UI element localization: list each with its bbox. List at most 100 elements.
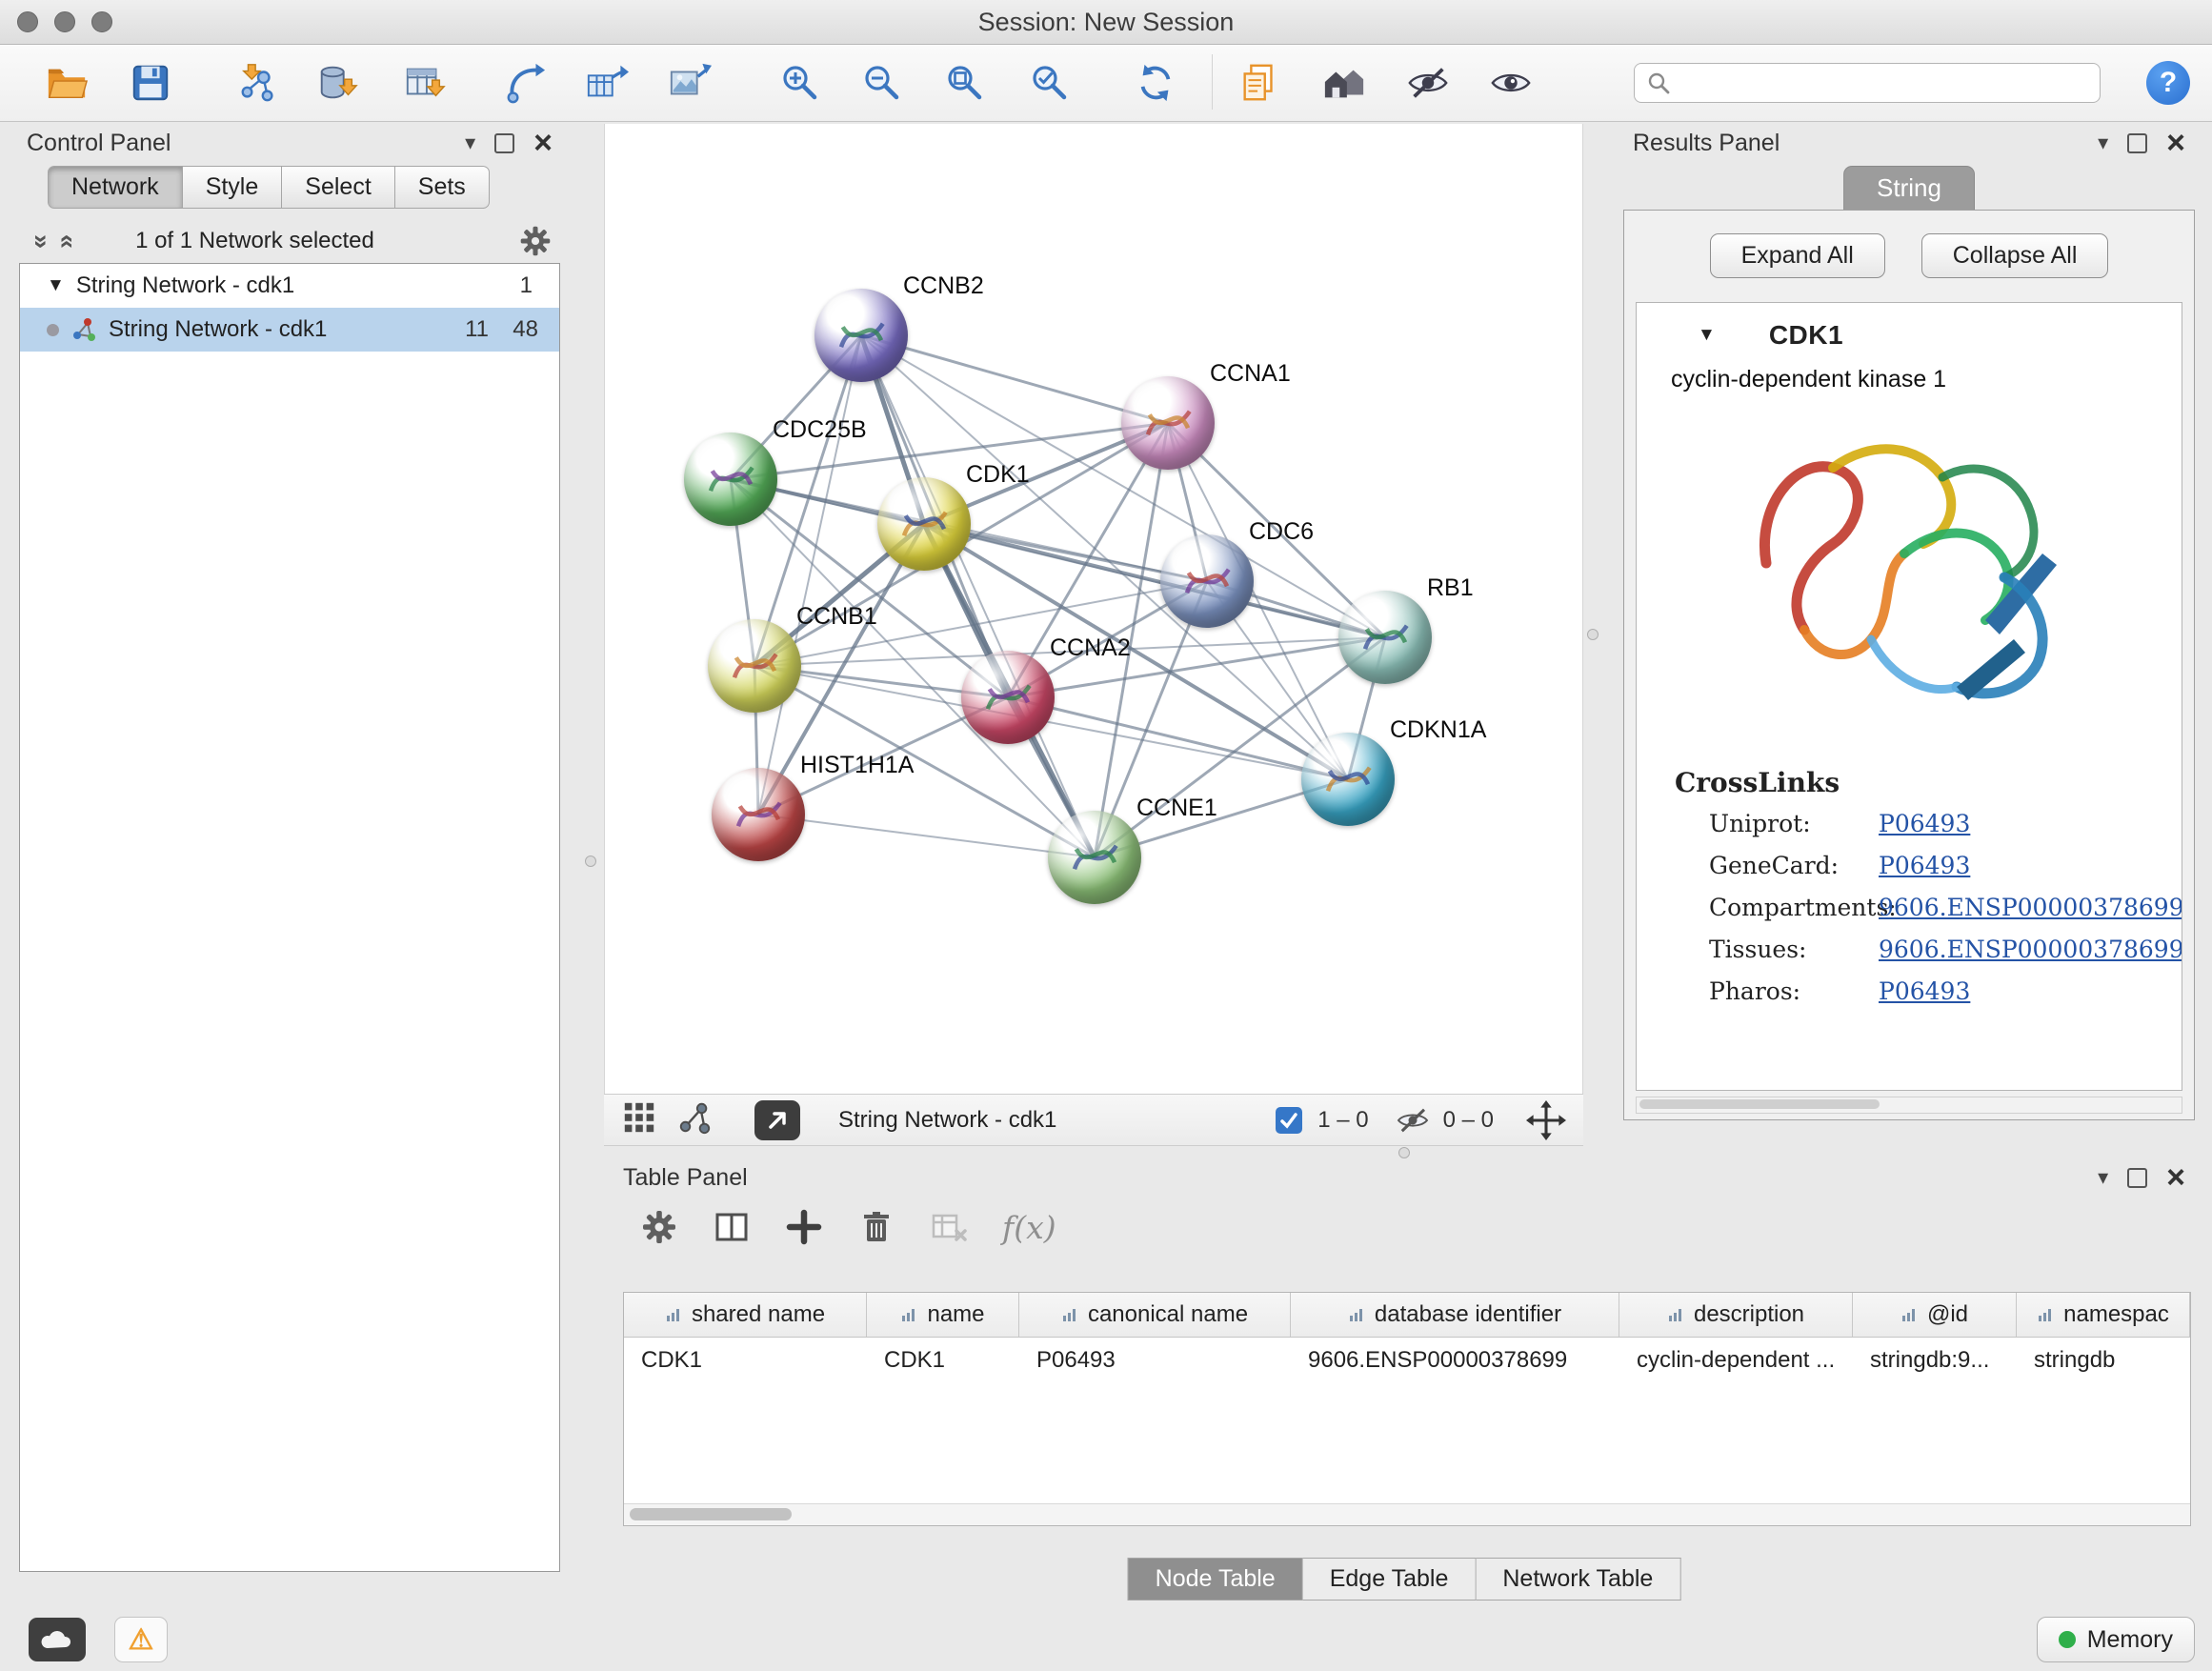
tab-network-table[interactable]: Network Table (1476, 1558, 1680, 1601)
tab-edge-table[interactable]: Edge Table (1303, 1558, 1477, 1601)
column-header[interactable]: namespac (2017, 1293, 2190, 1337)
tab-style[interactable]: Style (183, 166, 283, 209)
birds-eye-view-button[interactable] (621, 1099, 657, 1140)
export-image-button[interactable] (668, 61, 712, 105)
panel-float-icon[interactable] (494, 133, 514, 153)
network-collection-row[interactable]: ▼ String Network - cdk1 1 (20, 264, 559, 308)
network-node-CDK1[interactable] (877, 477, 971, 571)
refresh-view-button[interactable] (1134, 61, 1177, 105)
network-node-CDC6[interactable] (1160, 534, 1254, 628)
network-node-CCNE1[interactable] (1048, 811, 1141, 904)
network-edge[interactable] (1008, 697, 1348, 779)
hide-selected-button[interactable] (1406, 61, 1450, 105)
open-session-button[interactable] (45, 61, 89, 105)
column-header[interactable]: database identifier (1291, 1293, 1619, 1337)
expand-all-button[interactable]: Expand All (1710, 233, 1885, 278)
panel-close-icon[interactable]: × (2166, 1166, 2185, 1189)
crosslink-value-link[interactable]: 9606.ENSP00000378699 (1879, 894, 2182, 921)
panel-close-icon[interactable]: × (2166, 131, 2185, 154)
table-cell[interactable]: CDK1 (624, 1347, 867, 1374)
network-edge[interactable] (758, 815, 1095, 857)
warnings-button[interactable]: ⚠ (114, 1617, 168, 1662)
expand-all-icon[interactable]: » (50, 233, 80, 248)
toggle-columns-button[interactable] (713, 1208, 751, 1246)
network-node-CCNB1[interactable] (708, 619, 801, 713)
column-header[interactable]: name (867, 1293, 1019, 1337)
help-button[interactable]: ? (2146, 61, 2190, 105)
window-zoom-button[interactable] (91, 11, 112, 32)
table-cell[interactable]: CDK1 (867, 1347, 1019, 1374)
expand-triangle-icon[interactable]: ▼ (47, 275, 65, 296)
tab-network[interactable]: Network (48, 166, 183, 209)
network-node-CCNA1[interactable] (1121, 376, 1215, 470)
network-node-RB1[interactable] (1338, 591, 1432, 684)
section-collapse-triangle-icon[interactable]: ▼ (1698, 325, 1716, 346)
tab-select[interactable]: Select (282, 166, 394, 209)
network-row[interactable]: String Network - cdk1 11 48 (20, 308, 559, 352)
window-close-button[interactable] (17, 11, 38, 32)
window-minimize-button[interactable] (54, 11, 75, 32)
column-header[interactable]: @id (1853, 1293, 2017, 1337)
delete-column-button[interactable] (857, 1208, 895, 1246)
cloud-sync-button[interactable] (29, 1618, 86, 1661)
bottom-splitter-handle[interactable] (1398, 1147, 1410, 1158)
panel-menu-icon[interactable]: ▾ (2098, 132, 2108, 153)
column-header[interactable]: shared name (624, 1293, 867, 1337)
panel-close-icon[interactable]: × (533, 131, 553, 154)
table-settings-button[interactable] (640, 1208, 678, 1246)
table-horizontal-scrollbar[interactable] (624, 1503, 2190, 1525)
crosslink-value-link[interactable]: P06493 (1879, 852, 1970, 879)
network-edge[interactable] (758, 335, 861, 815)
network-node-CDKN1A[interactable] (1301, 733, 1395, 826)
crosslink-value-link[interactable]: P06493 (1879, 810, 1970, 837)
results-horizontal-scrollbar[interactable] (1636, 1097, 2182, 1114)
search-input[interactable] (1680, 69, 2088, 97)
memory-button[interactable]: Memory (2037, 1617, 2195, 1662)
network-options-gear-button[interactable] (518, 224, 553, 258)
open-in-browser-button[interactable] (754, 1100, 800, 1140)
search-box[interactable] (1634, 63, 2101, 103)
import-network-from-file-button[interactable] (236, 61, 280, 105)
fit-content-crosshair-button[interactable] (1526, 1100, 1566, 1140)
network-canvas[interactable]: CCNB2CCNA1CDC25BCDK1CDC6RB1CCNB1CCNA2CDK… (604, 124, 1583, 1094)
network-from-table-button[interactable] (585, 61, 629, 105)
scrollbar-thumb[interactable] (630, 1508, 792, 1520)
left-splitter-handle[interactable] (585, 856, 596, 867)
tab-node-table[interactable]: Node Table (1128, 1558, 1303, 1601)
table-row[interactable]: CDK1 CDK1 P06493 9606.ENSP00000378699 cy… (624, 1338, 2190, 1383)
selected-checkbox-icon[interactable] (1274, 1105, 1304, 1136)
column-header[interactable]: canonical name (1019, 1293, 1291, 1337)
right-splitter-handle[interactable] (1587, 629, 1599, 640)
table-cell[interactable]: stringdb:9... (1853, 1347, 2017, 1374)
zoom-in-button[interactable] (778, 61, 822, 105)
tab-string[interactable]: String (1843, 166, 1975, 210)
network-node-CDC25B[interactable] (684, 433, 777, 526)
zoom-out-button[interactable] (860, 61, 904, 105)
zoom-fit-button[interactable] (943, 61, 987, 105)
table-cell[interactable]: cyclin-dependent ... (1619, 1347, 1853, 1374)
panel-float-icon[interactable] (2127, 133, 2147, 153)
save-session-button[interactable] (129, 61, 172, 105)
share-network-button[interactable] (676, 1099, 713, 1140)
crosslink-value-link[interactable]: 9606.ENSP00000378699 (1879, 936, 2182, 963)
table-cell[interactable]: 9606.ENSP00000378699 (1291, 1347, 1619, 1374)
collapse-all-button[interactable]: Collapse All (1921, 233, 2109, 278)
import-network-from-database-button[interactable] (315, 61, 359, 105)
panel-menu-icon[interactable]: ▾ (2098, 1167, 2108, 1188)
panel-menu-icon[interactable]: ▾ (465, 132, 475, 153)
zoom-selected-button[interactable] (1028, 61, 1072, 105)
import-table-from-file-button[interactable] (403, 61, 447, 105)
network-node-CCNA2[interactable] (961, 651, 1055, 744)
create-column-button[interactable] (785, 1208, 823, 1246)
copy-document-button[interactable] (1237, 61, 1281, 105)
table-cell[interactable]: stringdb (2017, 1347, 2190, 1374)
show-all-button[interactable] (1489, 61, 1533, 105)
panel-float-icon[interactable] (2127, 1168, 2147, 1188)
column-header[interactable]: description (1619, 1293, 1853, 1337)
table-cell[interactable]: P06493 (1019, 1347, 1291, 1374)
network-node-HIST1H1A[interactable] (712, 768, 805, 861)
function-builder-button[interactable]: f(x) (1002, 1209, 1056, 1246)
clone-network-button[interactable] (503, 61, 547, 105)
network-edge[interactable] (861, 335, 1168, 423)
tab-sets[interactable]: Sets (395, 166, 490, 209)
